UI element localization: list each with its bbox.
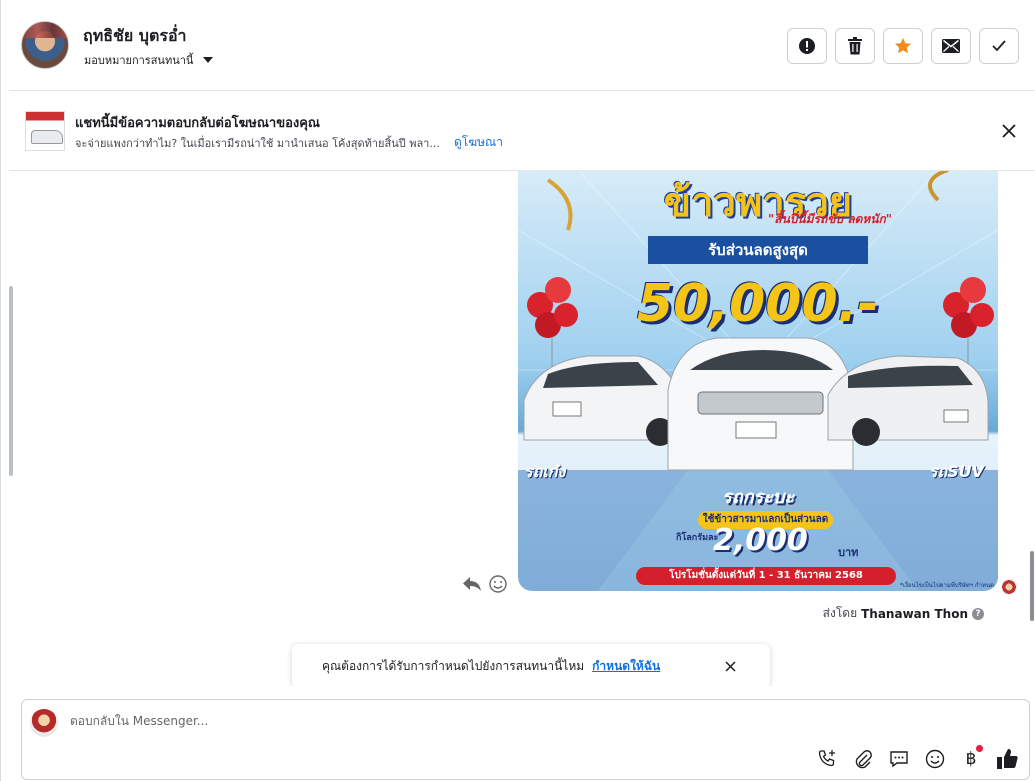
react-button[interactable] (488, 574, 508, 594)
scrollbar-thumb[interactable] (1030, 551, 1034, 621)
sender-avatar (1001, 579, 1017, 595)
ad-banner-description: จะจ่ายแพงกว่าทำไม? ในเมื่อเรามีรถน่าใช้ … (75, 137, 440, 150)
ad-fine-print: *เงื่อนไขเป็นไปตามที่บริษัทฯ กำหนด (900, 582, 994, 589)
phone-plus-icon (818, 750, 835, 767)
report-spam-button[interactable] (787, 28, 827, 64)
assign-toast-text: คุณต้องการได้รับการกำหนดไปยังการสนทนานี้… (322, 658, 585, 673)
message-image[interactable]: ข้าวพารวย "สิ้นปีนี้มีรถขับ ลดหนัก" รับส… (518, 171, 998, 591)
emoji-button[interactable] (923, 747, 947, 771)
chevron-down-icon (203, 57, 214, 63)
sedan-car (523, 355, 684, 446)
ad-thumbnail (25, 111, 65, 151)
close-toast-button[interactable] (722, 658, 738, 674)
sent-by-line: ส่งโดย Thanawan Thon ? (823, 604, 984, 623)
saved-replies-button[interactable] (887, 747, 911, 771)
ad-subheadline: รับส่วนลดสูงสุด (648, 236, 868, 264)
assign-to-me-link[interactable]: กำหนดให้ฉัน (592, 657, 660, 676)
reply-input[interactable] (70, 714, 770, 728)
pickup-truck (667, 337, 854, 471)
ad-pickup-label: รถกระบะ (722, 487, 794, 508)
notification-dot (976, 745, 983, 752)
thread-scrollbar[interactable] (1028, 171, 1035, 641)
delete-button[interactable] (835, 28, 875, 64)
sent-by-name: Thanawan Thon (861, 606, 968, 621)
conversation-panel: ฤทธิชัย บุตรอ่ำ มอบหมายการสนทนานี้ แชทนี… (0, 0, 1035, 781)
payment-button[interactable]: ฿ (959, 745, 983, 771)
call-button[interactable] (815, 747, 839, 771)
like-button[interactable] (995, 747, 1019, 771)
attach-button[interactable] (851, 747, 875, 771)
assign-to-me-toast: คุณต้องการได้รับการกำหนดไปยังการสนทนานี้… (292, 644, 770, 686)
paperclip-icon (855, 750, 872, 769)
baht-icon: ฿ (965, 749, 977, 769)
assign-conversation-dropdown[interactable]: มอบหมายการสนทนานี้ (84, 51, 214, 69)
conversation-header: ฤทธิชัย บุตรอ่ำ มอบหมายการสนทนานี้ (9, 0, 1035, 91)
envelope-icon (942, 39, 960, 53)
sent-by-prefix: ส่งโดย (822, 606, 858, 620)
view-ad-link[interactable]: ดูโฆษณา (454, 133, 503, 152)
close-icon (724, 660, 736, 672)
emoji-icon (489, 575, 507, 593)
mark-unread-button[interactable] (931, 28, 971, 64)
reply-button[interactable] (462, 574, 482, 594)
star-button[interactable] (883, 28, 923, 64)
composer-tools: ฿ (815, 745, 1019, 771)
ad-banner-title: แชทนี้มีข้อความตอบกลับต่อโฆษณาของคุณ (75, 116, 320, 131)
contact-name[interactable]: ฤทธิชัย บุตรอ่ำ (83, 24, 187, 49)
reply-composer: ฿ (21, 699, 1030, 780)
ad-discount-amount: 50,000.- (637, 274, 879, 334)
mark-done-button[interactable] (979, 28, 1019, 64)
help-icon[interactable]: ? (972, 607, 984, 620)
page-avatar (30, 709, 58, 737)
checkmark-icon (992, 40, 1006, 52)
ad-reply-banner: แชทนี้มีข้อความตอบกลับต่อโฆษณาของคุณ จะจ… (9, 92, 1035, 171)
thumbs-up-icon (997, 749, 1018, 769)
ad-slogan: "สิ้นปีนี้มีรถขับ ลดหนัก" (768, 212, 892, 226)
emoji-icon (925, 749, 945, 769)
chat-bubble-icon (890, 751, 908, 768)
ad-baht-label: บาท (838, 546, 859, 559)
message-actions (462, 574, 508, 594)
alert-icon (799, 38, 815, 54)
left-scrollbar[interactable] (9, 286, 13, 476)
close-icon (1002, 124, 1016, 138)
ad-promo-dates: โปรโมชั่นตั้งแต่วันที่ 1 - 31 ธันวาคม 25… (636, 567, 896, 585)
trash-icon (848, 37, 862, 55)
reply-icon (463, 577, 481, 591)
suv-car (827, 355, 989, 446)
message-thread[interactable]: ข้าวพารวย "สิ้นปีนี้มีรถขับ ลดหนัก" รับส… (9, 171, 1035, 686)
conversation-toolbar (787, 28, 1019, 64)
close-banner-button[interactable] (998, 120, 1020, 142)
ad-headline: ข้าวพารวย (663, 180, 853, 226)
assign-label: มอบหมายการสนทนานี้ (84, 54, 194, 67)
contact-avatar[interactable] (21, 21, 69, 69)
star-icon (895, 38, 911, 54)
ad-price: 2,000 (713, 523, 808, 558)
